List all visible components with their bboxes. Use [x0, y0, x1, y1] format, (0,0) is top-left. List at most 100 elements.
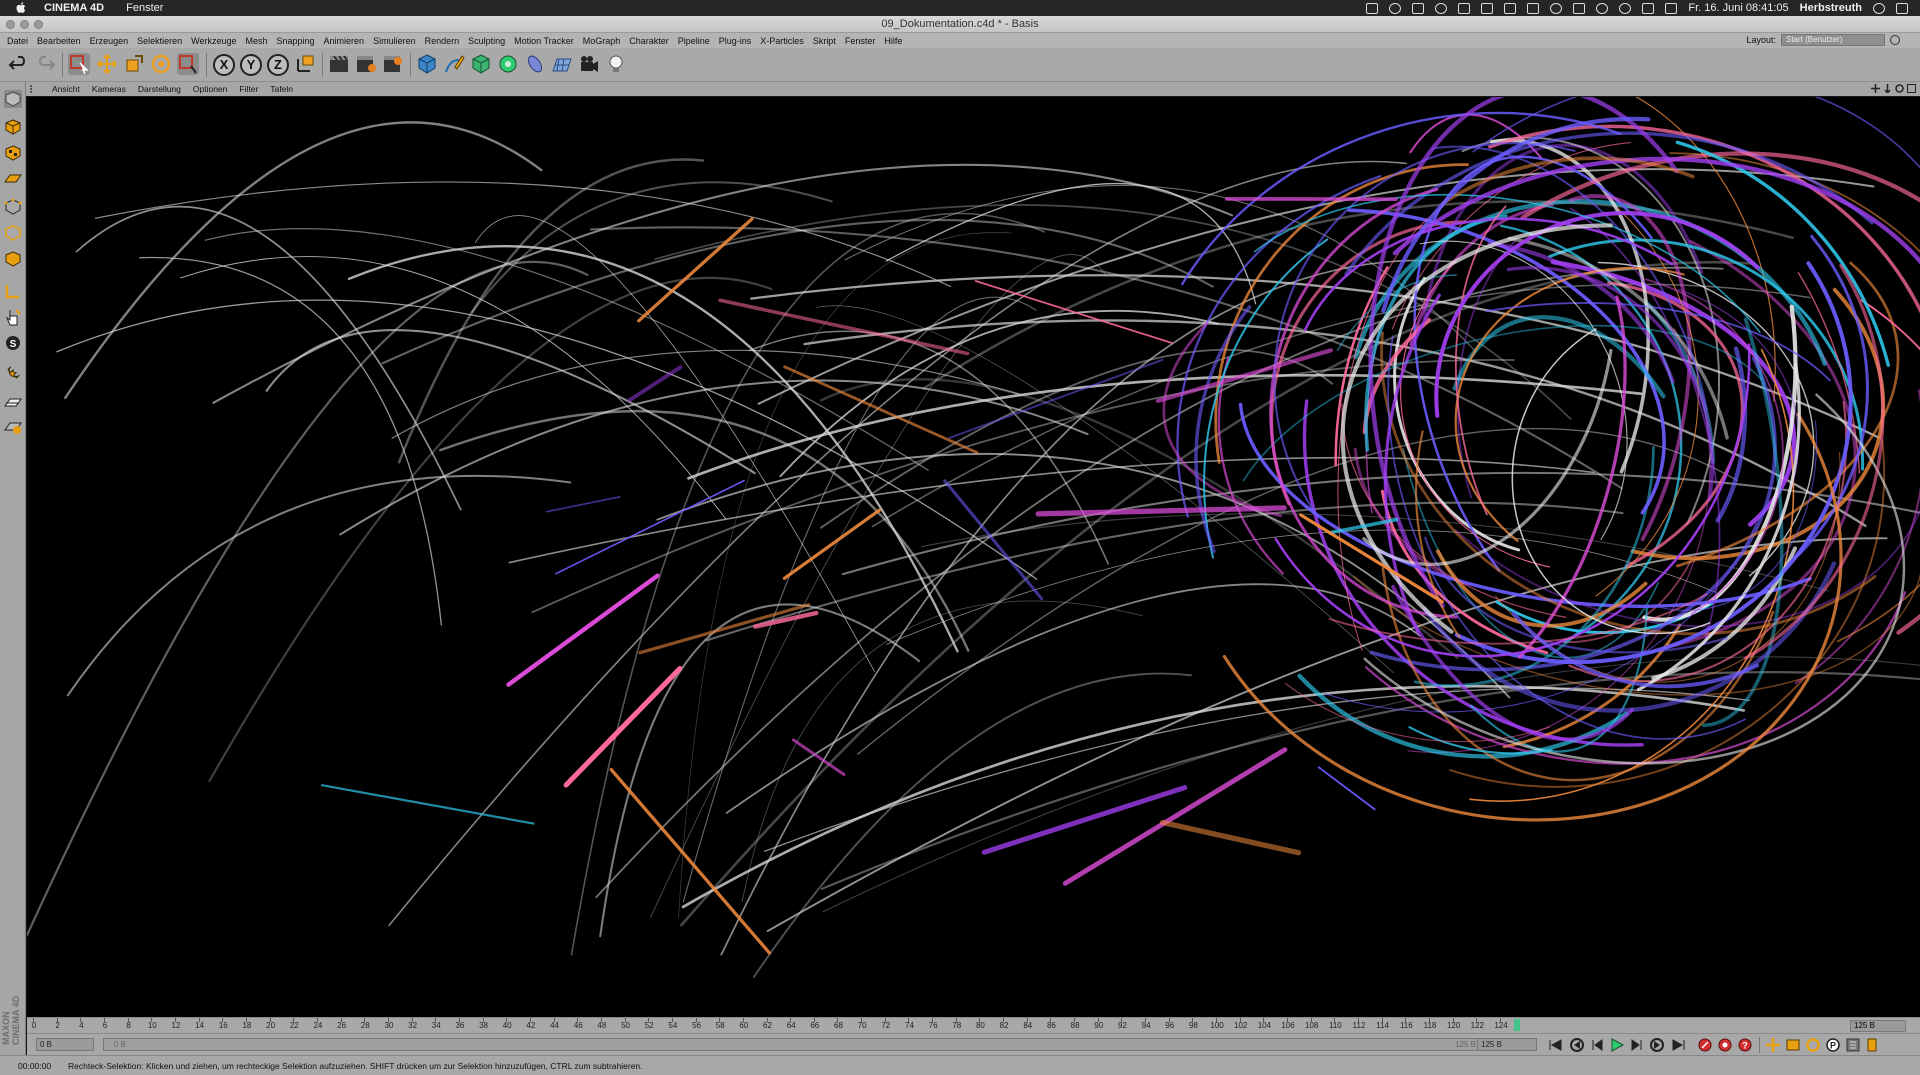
cloner-icon[interactable]: [497, 53, 519, 75]
workplane-lock-icon[interactable]: [4, 394, 22, 412]
previous-keyframe-icon[interactable]: [1569, 1038, 1585, 1052]
menu-simulieren[interactable]: Simulieren: [373, 36, 416, 46]
menu-animieren[interactable]: Animieren: [324, 36, 365, 46]
menu-rendern[interactable]: Rendern: [425, 36, 460, 46]
maximize-view-icon[interactable]: [1907, 84, 1916, 93]
search-icon[interactable]: [1890, 35, 1900, 45]
rotate-view-icon[interactable]: [1895, 84, 1904, 93]
spotlight-search-icon[interactable]: [1873, 2, 1885, 14]
go-to-end-icon[interactable]: [1671, 1038, 1687, 1052]
move-tool-icon[interactable]: [96, 53, 118, 75]
floor-icon[interactable]: [551, 53, 573, 75]
menu-werkzeuge[interactable]: Werkzeuge: [191, 36, 236, 46]
position-key-icon[interactable]: [1765, 1038, 1781, 1052]
camera-icon[interactable]: [578, 53, 600, 75]
notification-center-icon[interactable]: [1896, 2, 1908, 14]
next-frame-icon[interactable]: [1629, 1038, 1645, 1052]
menu-sculpting[interactable]: Sculpting: [468, 36, 505, 46]
apple-menu-icon[interactable]: [14, 2, 28, 14]
magnet-icon[interactable]: [4, 364, 22, 382]
view-menu-kameras[interactable]: Kameras: [92, 84, 126, 94]
model-mode-icon[interactable]: [4, 118, 22, 136]
bluetooth-icon[interactable]: [1573, 2, 1586, 14]
dolly-view-icon[interactable]: [1883, 84, 1892, 93]
render-view-icon[interactable]: [328, 53, 350, 75]
screen-icon[interactable]: [1504, 2, 1517, 14]
dropbox-icon[interactable]: [1366, 2, 1379, 14]
view-menu-optionen[interactable]: Optionen: [193, 84, 228, 94]
coordinate-system-icon[interactable]: [294, 53, 316, 75]
scale-tool-icon[interactable]: [123, 53, 145, 75]
point-level-animation-icon[interactable]: [1845, 1038, 1861, 1052]
render-settings-icon[interactable]: [382, 53, 404, 75]
display-icon[interactable]: [1527, 2, 1540, 14]
menu-skript[interactable]: Skript: [813, 36, 836, 46]
pen-spline-icon[interactable]: [443, 53, 465, 75]
next-keyframe-icon[interactable]: [1649, 1038, 1665, 1052]
timeline-playhead[interactable]: [1513, 1019, 1520, 1031]
record-keys-icon[interactable]: [1697, 1038, 1713, 1052]
menu-charakter[interactable]: Charakter: [629, 36, 669, 46]
edges-mode-icon[interactable]: [4, 224, 22, 242]
menu-mesh[interactable]: Mesh: [245, 36, 267, 46]
view-menu-filter[interactable]: Filter: [239, 84, 258, 94]
view-menu-darstellung[interactable]: Darstellung: [138, 84, 181, 94]
time-machine-icon[interactable]: [1550, 2, 1563, 14]
timeline-menu-icon[interactable]: [1865, 1038, 1879, 1052]
z-axis-lock-button[interactable]: Z: [267, 54, 289, 76]
previous-frame-icon[interactable]: [1589, 1038, 1605, 1052]
points-mode-icon[interactable]: [4, 198, 22, 216]
x-axis-lock-button[interactable]: X: [213, 54, 235, 76]
menu-erzeugen[interactable]: Erzeugen: [90, 36, 129, 46]
volume-icon[interactable]: [1642, 2, 1655, 14]
viewport-grip-icon[interactable]: [30, 85, 36, 93]
menu-pipeline[interactable]: Pipeline: [678, 36, 710, 46]
go-to-start-icon[interactable]: [1547, 1038, 1563, 1052]
deformer-icon[interactable]: [524, 53, 546, 75]
y-axis-lock-button[interactable]: Y: [240, 54, 262, 76]
mac-menu-fenster[interactable]: Fenster: [126, 2, 163, 14]
tweak-mode-icon[interactable]: [4, 308, 22, 326]
cube-object-icon[interactable]: [416, 53, 438, 75]
rotation-key-icon[interactable]: [1805, 1038, 1821, 1052]
view-menu-ansicht[interactable]: Ansicht: [52, 84, 80, 94]
user-name[interactable]: Herbstreuth: [1800, 2, 1862, 14]
polygons-mode-icon[interactable]: [4, 250, 22, 268]
preview-range-slider[interactable]: 0 B 125 B: [103, 1038, 1483, 1051]
live-selection-icon[interactable]: [68, 53, 90, 75]
pan-view-icon[interactable]: [1871, 84, 1880, 93]
timeline-ruler[interactable]: 0 2 4 6 8 10 12 14 16 18 20 22 24 26 28 30 32 34 36 38 40 42 4…: [27, 1017, 1920, 1033]
menu-selektieren[interactable]: Selektieren: [137, 36, 182, 46]
app-icon[interactable]: [1412, 2, 1425, 14]
creative-cloud-icon[interactable]: [1389, 2, 1402, 14]
wifi-icon[interactable]: [1619, 2, 1632, 14]
play-forward-icon[interactable]: [1609, 1038, 1625, 1052]
location-icon[interactable]: [1435, 2, 1448, 14]
scale-key-icon[interactable]: [1785, 1038, 1801, 1052]
current-frame-field[interactable]: 0 B: [36, 1038, 94, 1051]
menu-x-particles[interactable]: X-Particles: [760, 36, 804, 46]
menu-snapping[interactable]: Snapping: [277, 36, 315, 46]
redo-icon[interactable]: [34, 53, 56, 75]
cinema4d-c-icon[interactable]: [1481, 2, 1494, 14]
axis-mode-icon[interactable]: [4, 282, 22, 300]
clock[interactable]: Fr. 16. Juni 08:41:05: [1688, 2, 1788, 14]
grid-planes-icon[interactable]: [4, 418, 22, 436]
subdivision-surface-icon[interactable]: [470, 53, 492, 75]
recent-tools-icon[interactable]: [177, 53, 199, 75]
menu-hilfe[interactable]: Hilfe: [884, 36, 902, 46]
menu-plug-ins[interactable]: Plug-ins: [719, 36, 752, 46]
light-icon[interactable]: [605, 53, 627, 75]
render-to-picture-viewer-icon[interactable]: [355, 53, 377, 75]
extension-icon[interactable]: [1458, 2, 1471, 14]
menu-datei[interactable]: Datei: [7, 36, 28, 46]
status-icon[interactable]: [1596, 2, 1609, 14]
texture-mode-icon[interactable]: [4, 144, 22, 162]
app-name-menu[interactable]: CINEMA 4D: [44, 2, 104, 14]
view-menu-tafeln[interactable]: Tafeln: [270, 84, 293, 94]
workplane-mode-icon[interactable]: [4, 170, 22, 188]
menu-fenster[interactable]: Fenster: [845, 36, 876, 46]
menu-mograph[interactable]: MoGraph: [583, 36, 621, 46]
autokeying-icon[interactable]: [1717, 1038, 1733, 1052]
snapping-icon[interactable]: S: [4, 334, 22, 352]
